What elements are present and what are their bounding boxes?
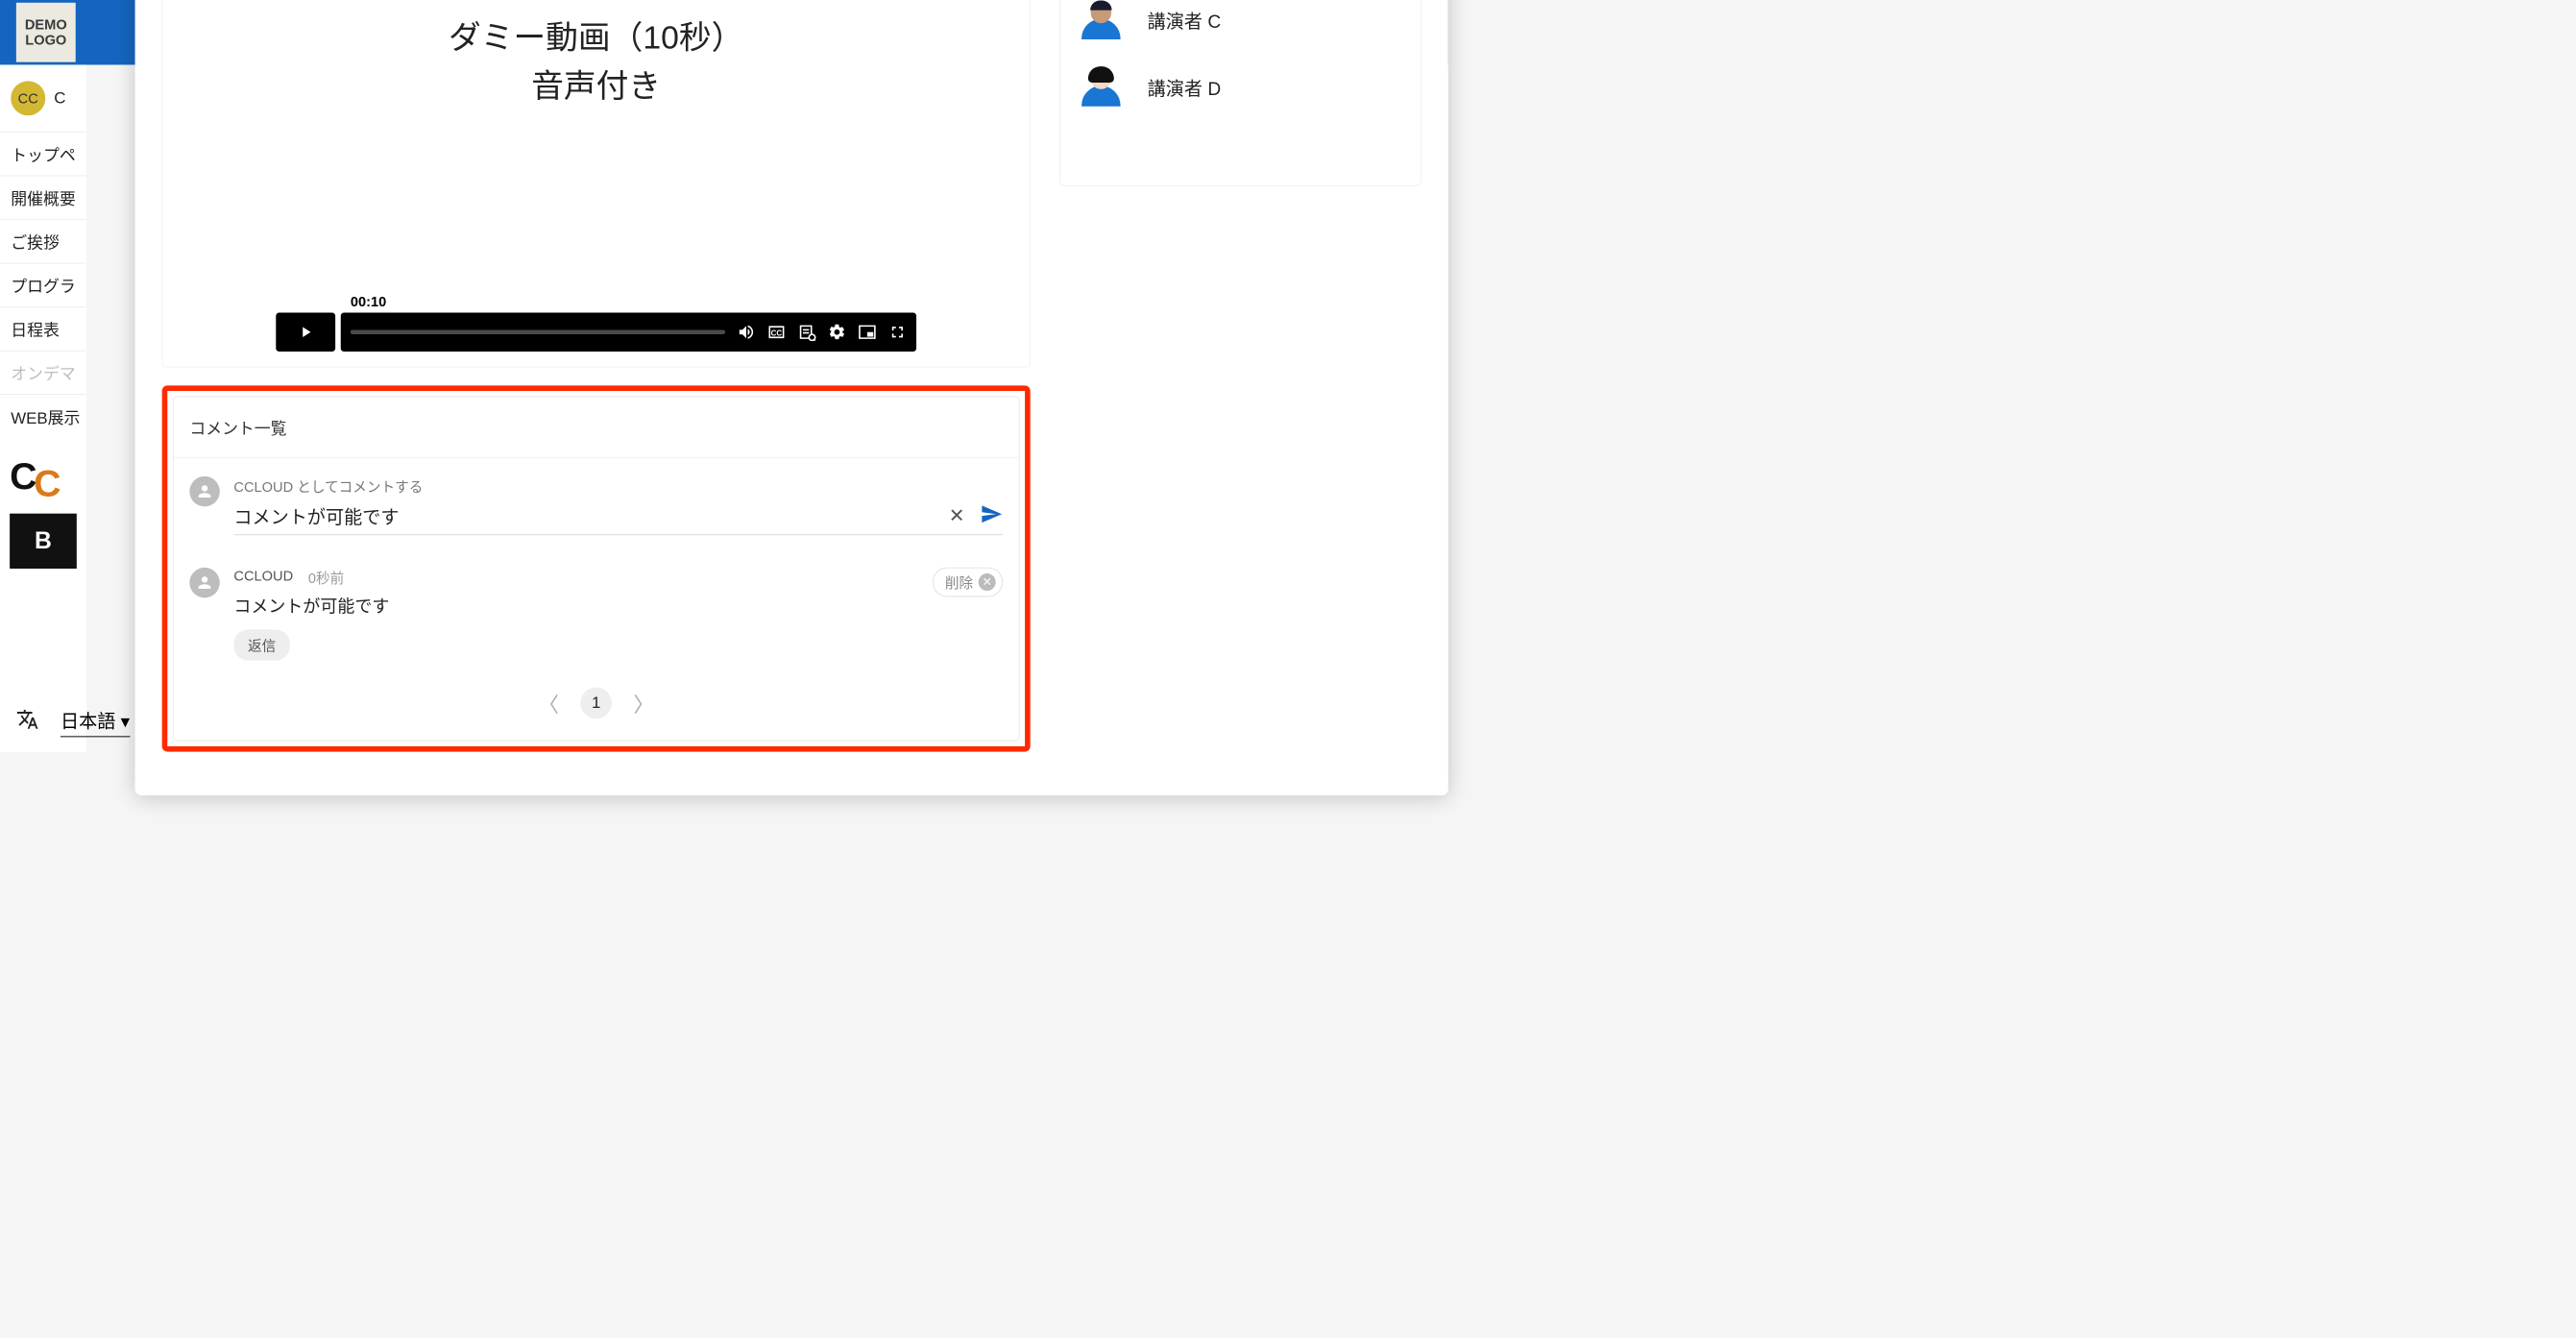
pager-prev[interactable]: 〈 <box>539 689 559 718</box>
reply-button[interactable]: 返信 <box>233 630 289 661</box>
send-icon[interactable] <box>980 502 1003 527</box>
nav-web-exhibit[interactable]: WEB展示 <box>0 394 86 438</box>
nav-overview[interactable]: 開催概要 <box>0 176 86 220</box>
black-action-button[interactable]: B <box>10 514 77 569</box>
speaker-avatar-icon <box>1081 1 1120 39</box>
volume-icon[interactable] <box>737 323 755 341</box>
modal-main: ダミー動画（10秒） 音声付き 00:10 CC <box>162 0 1031 785</box>
video-controls: 00:10 CC <box>276 313 916 352</box>
delete-button[interactable]: 削除 ✕ <box>933 568 1003 596</box>
nav-top[interactable]: トップペ <box>0 132 86 176</box>
speaker-item[interactable]: 講演者 D <box>1081 54 1399 121</box>
sidebar: CC C トップペ 開催概要 ご挨拶 プログラ 日程表 オンデマ WEB展示 C… <box>0 64 86 752</box>
nav-greeting[interactable]: ご挨拶 <box>0 219 86 263</box>
comment-time: 0秒前 <box>308 568 344 588</box>
play-button[interactable] <box>276 313 335 352</box>
comment-as-label: CCLOUD としてコメントする <box>233 476 1003 497</box>
pager-next[interactable]: 〉 <box>633 689 653 718</box>
clear-input-icon[interactable]: ✕ <box>949 504 965 527</box>
pager-current[interactable]: 1 <box>580 688 612 719</box>
nav-ondemand[interactable]: オンデマ <box>0 351 86 395</box>
user-chip[interactable]: CC C <box>0 81 86 132</box>
comment-input[interactable] <box>233 505 934 526</box>
translate-icon <box>16 708 39 736</box>
video-title-2: 音声付き <box>531 68 661 105</box>
modal: ダミー動画（10秒） 音声付き 00:10 CC <box>135 0 1448 795</box>
logo[interactable]: DEMOLOGO <box>16 3 76 62</box>
nav-schedule[interactable]: 日程表 <box>0 306 86 351</box>
delete-x-icon: ✕ <box>979 573 996 591</box>
video-progress[interactable] <box>351 330 725 334</box>
video-time: 00:10 <box>351 293 386 309</box>
secondary-logo: CC <box>10 454 77 498</box>
video-title-1: ダミー動画（10秒） <box>449 19 743 56</box>
modal-overlay: ダミー動画（10秒） 音声付き 00:10 CC <box>86 0 1448 752</box>
video-content: ダミー動画（10秒） 音声付き <box>276 0 916 328</box>
video-control-bar: 00:10 CC <box>341 313 916 352</box>
svg-text:CC: CC <box>771 329 783 338</box>
pager: 〈 1 〉 <box>173 671 1018 741</box>
speaker-avatar-icon <box>1081 67 1120 106</box>
settings-icon[interactable] <box>828 323 846 341</box>
speakers-panel: 講演者 B 講演者 C 講演者 D <box>1059 0 1422 185</box>
pip-icon[interactable] <box>858 323 876 341</box>
modal-sidebar: 講演者 B 講演者 C 講演者 D <box>1059 0 1422 785</box>
speaker-name: 講演者 D <box>1148 74 1221 101</box>
delete-label: 削除 <box>945 572 973 593</box>
comments-card: コメント一覧 CCLOUD としてコメントする ✕ <box>173 397 1020 742</box>
nav-program[interactable]: プログラ <box>0 263 86 307</box>
comment-user-avatar <box>189 476 219 506</box>
comments-highlight: コメント一覧 CCLOUD としてコメントする ✕ <box>162 385 1031 751</box>
comment-item: CCLOUD 0秒前 コメントが可能です 返信 削除 ✕ <box>173 546 1018 670</box>
comment-author-avatar <box>189 568 219 597</box>
comment-text: コメントが可能です <box>233 593 918 618</box>
captions-icon[interactable]: CC <box>767 323 786 341</box>
speaker-item[interactable]: 講演者 C <box>1081 0 1399 54</box>
fullscreen-icon[interactable] <box>888 323 907 341</box>
comment-input-row: CCLOUD としてコメントする ✕ <box>173 458 1018 547</box>
video-player: ダミー動画（10秒） 音声付き 00:10 CC <box>162 0 1031 367</box>
user-avatar: CC <box>11 81 45 115</box>
comment-author: CCLOUD <box>233 568 293 588</box>
transcript-icon[interactable] <box>797 323 815 341</box>
speaker-name: 講演者 C <box>1148 7 1221 34</box>
user-label: C <box>54 89 65 108</box>
comments-title: コメント一覧 <box>173 397 1018 458</box>
